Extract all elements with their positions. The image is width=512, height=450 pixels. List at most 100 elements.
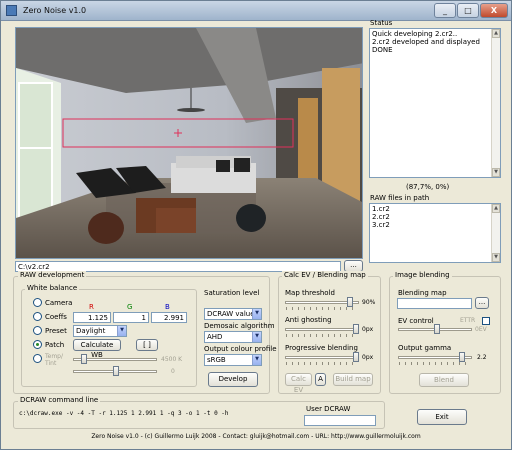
wb-preset-value: Daylight [76,327,106,335]
progressive-blending-ticks [286,362,358,365]
output-profile-label: Output colour profile [204,345,277,353]
user-dcraw-field[interactable] [304,415,376,426]
develop-button[interactable]: Develop [208,372,258,387]
patch-select-button[interactable]: [ ] [136,339,158,351]
calc-ev-label: Calc EV / Blending map [282,271,368,279]
ev-control-thumb[interactable] [434,324,440,334]
wb-preset-select[interactable]: Daylight ▼ [73,325,127,337]
tint-value: 0 [171,368,175,375]
status-scrollbar[interactable]: ▲ ▼ [491,29,500,177]
list-item[interactable]: 1.cr2 [372,205,498,213]
ev-control-label: EV control [398,317,434,325]
map-threshold-ticks [286,307,358,310]
list-item[interactable]: 2.cr2 [372,213,498,221]
dcraw-label: DCRAW command line [18,396,101,404]
raw-development-label: RAW development [18,271,87,279]
anti-ghosting-track[interactable] [285,328,359,331]
output-profile-value: sRGB [207,356,226,364]
saturation-level-value: DCRAW value [207,310,255,318]
chevron-down-icon: ▼ [117,326,126,336]
ettr-checkbox[interactable] [482,317,490,325]
raw-files-list[interactable]: 1.cr2 2.cr2 3.cr2 ▲ ▼ [369,203,501,263]
output-gamma-value: 2.2 [477,354,487,361]
maximize-button[interactable]: □ [457,3,479,18]
ettr-label: ETTR [460,317,476,324]
progressive-blending-value: 0px [362,354,374,361]
cursor-coordinates: (87,7%, 0%) [406,183,450,191]
progressive-blending-track[interactable] [285,356,359,359]
image-preview[interactable] [15,27,363,259]
status-line: 2.cr2 developed and displayed [372,38,480,46]
wb-preset-label: Preset [45,327,67,335]
demosaic-label: Demosaic algorithm [204,322,275,330]
blend-button[interactable]: Blend [419,373,469,387]
auto-button[interactable]: A [315,373,326,386]
blending-map-browse-button[interactable]: ... [475,297,489,309]
wb-temp-label: Temp/ Tint [45,353,64,367]
app-icon [6,5,17,16]
temp-slider-thumb[interactable] [81,354,87,364]
wb-patch-label: Patch [45,341,65,349]
output-gamma-ticks [399,362,471,365]
demosaic-value: AHD [207,333,223,341]
saturation-level-select[interactable]: DCRAW value ▼ [204,308,262,320]
g-coeff-input[interactable]: 1 [113,312,149,323]
b-channel-label: B [165,303,170,311]
progressive-blending-thumb[interactable] [353,352,359,362]
window-title: Zero Noise v1.0 [23,6,87,15]
blending-map-label: Blending map [398,289,447,297]
map-threshold-thumb[interactable] [347,297,353,307]
status-line: DONE [372,46,393,54]
blending-map-field[interactable] [397,298,472,309]
minimize-button[interactable]: _ [434,3,456,18]
anti-ghosting-value: 0px [362,326,374,333]
calc-ev-button[interactable]: Calc EV [285,373,312,394]
wb-temp-radio[interactable] [33,354,42,363]
list-item[interactable]: 3.cr2 [372,221,498,229]
footer-credits: Zero Noise v1.0 - (c) Guillermo Luijk 20… [91,433,421,440]
close-button[interactable]: X [480,3,508,18]
wb-preset-radio[interactable] [33,326,42,335]
chevron-down-icon: ▼ [252,355,261,365]
output-gamma-thumb[interactable] [459,352,465,362]
saturation-level-label: Saturation level [204,289,260,297]
wb-camera-radio[interactable] [33,298,42,307]
anti-ghosting-thumb[interactable] [353,324,359,334]
app-window: Zero Noise v1.0 _ □ X C:\v2.cr2 ... Stat… [0,0,512,450]
status-log: Quick developing 2.cr2.. 2.cr2 developed… [369,28,501,178]
wb-coeffs-label: Coeffs [45,313,67,321]
exit-button[interactable]: Exit [417,409,467,425]
chevron-down-icon: ▼ [252,309,261,319]
chevron-down-icon: ▼ [252,332,261,342]
wb-camera-label: Camera [45,299,73,307]
calculate-wb-button[interactable]: Calculate WB [73,339,121,359]
raw-files-label: RAW files in path [370,194,430,202]
output-profile-select[interactable]: sRGB ▼ [204,354,262,366]
wb-patch-radio[interactable] [33,340,42,349]
raw-files-scrollbar[interactable]: ▲ ▼ [491,204,500,262]
image-blending-label: Image blending [393,271,452,279]
r-channel-label: R [89,303,94,311]
g-channel-label: G [127,303,133,311]
map-threshold-value: 90% [362,299,376,306]
progressive-blending-label: Progressive blending [285,344,358,352]
room-photo [16,28,362,258]
anti-ghosting-ticks [286,334,358,337]
dcraw-command: c:\dcraw.exe -v -4 -T -r 1.125 1 2.991 1… [19,410,229,417]
output-gamma-label: Output gamma [398,344,452,352]
title-bar[interactable]: Zero Noise v1.0 _ □ X [1,1,511,21]
status-label: Status [370,19,393,27]
status-line: Quick developing 2.cr2.. [372,30,458,38]
map-threshold-label: Map threshold [285,289,335,297]
ev-control-value: 0EV [475,326,487,333]
temp-value: 4500 K [161,356,183,363]
anti-ghosting-label: Anti ghosting [285,316,332,324]
tint-slider-thumb[interactable] [113,366,119,376]
user-dcraw-label: User DCRAW [306,405,351,413]
b-coeff-input[interactable]: 2.991 [151,312,187,323]
demosaic-select[interactable]: AHD ▼ [204,331,262,343]
white-balance-label: White balance [25,284,80,292]
r-coeff-input[interactable]: 1.125 [73,312,111,323]
wb-coeffs-radio[interactable] [33,312,42,321]
build-map-button[interactable]: Build map [333,373,373,386]
